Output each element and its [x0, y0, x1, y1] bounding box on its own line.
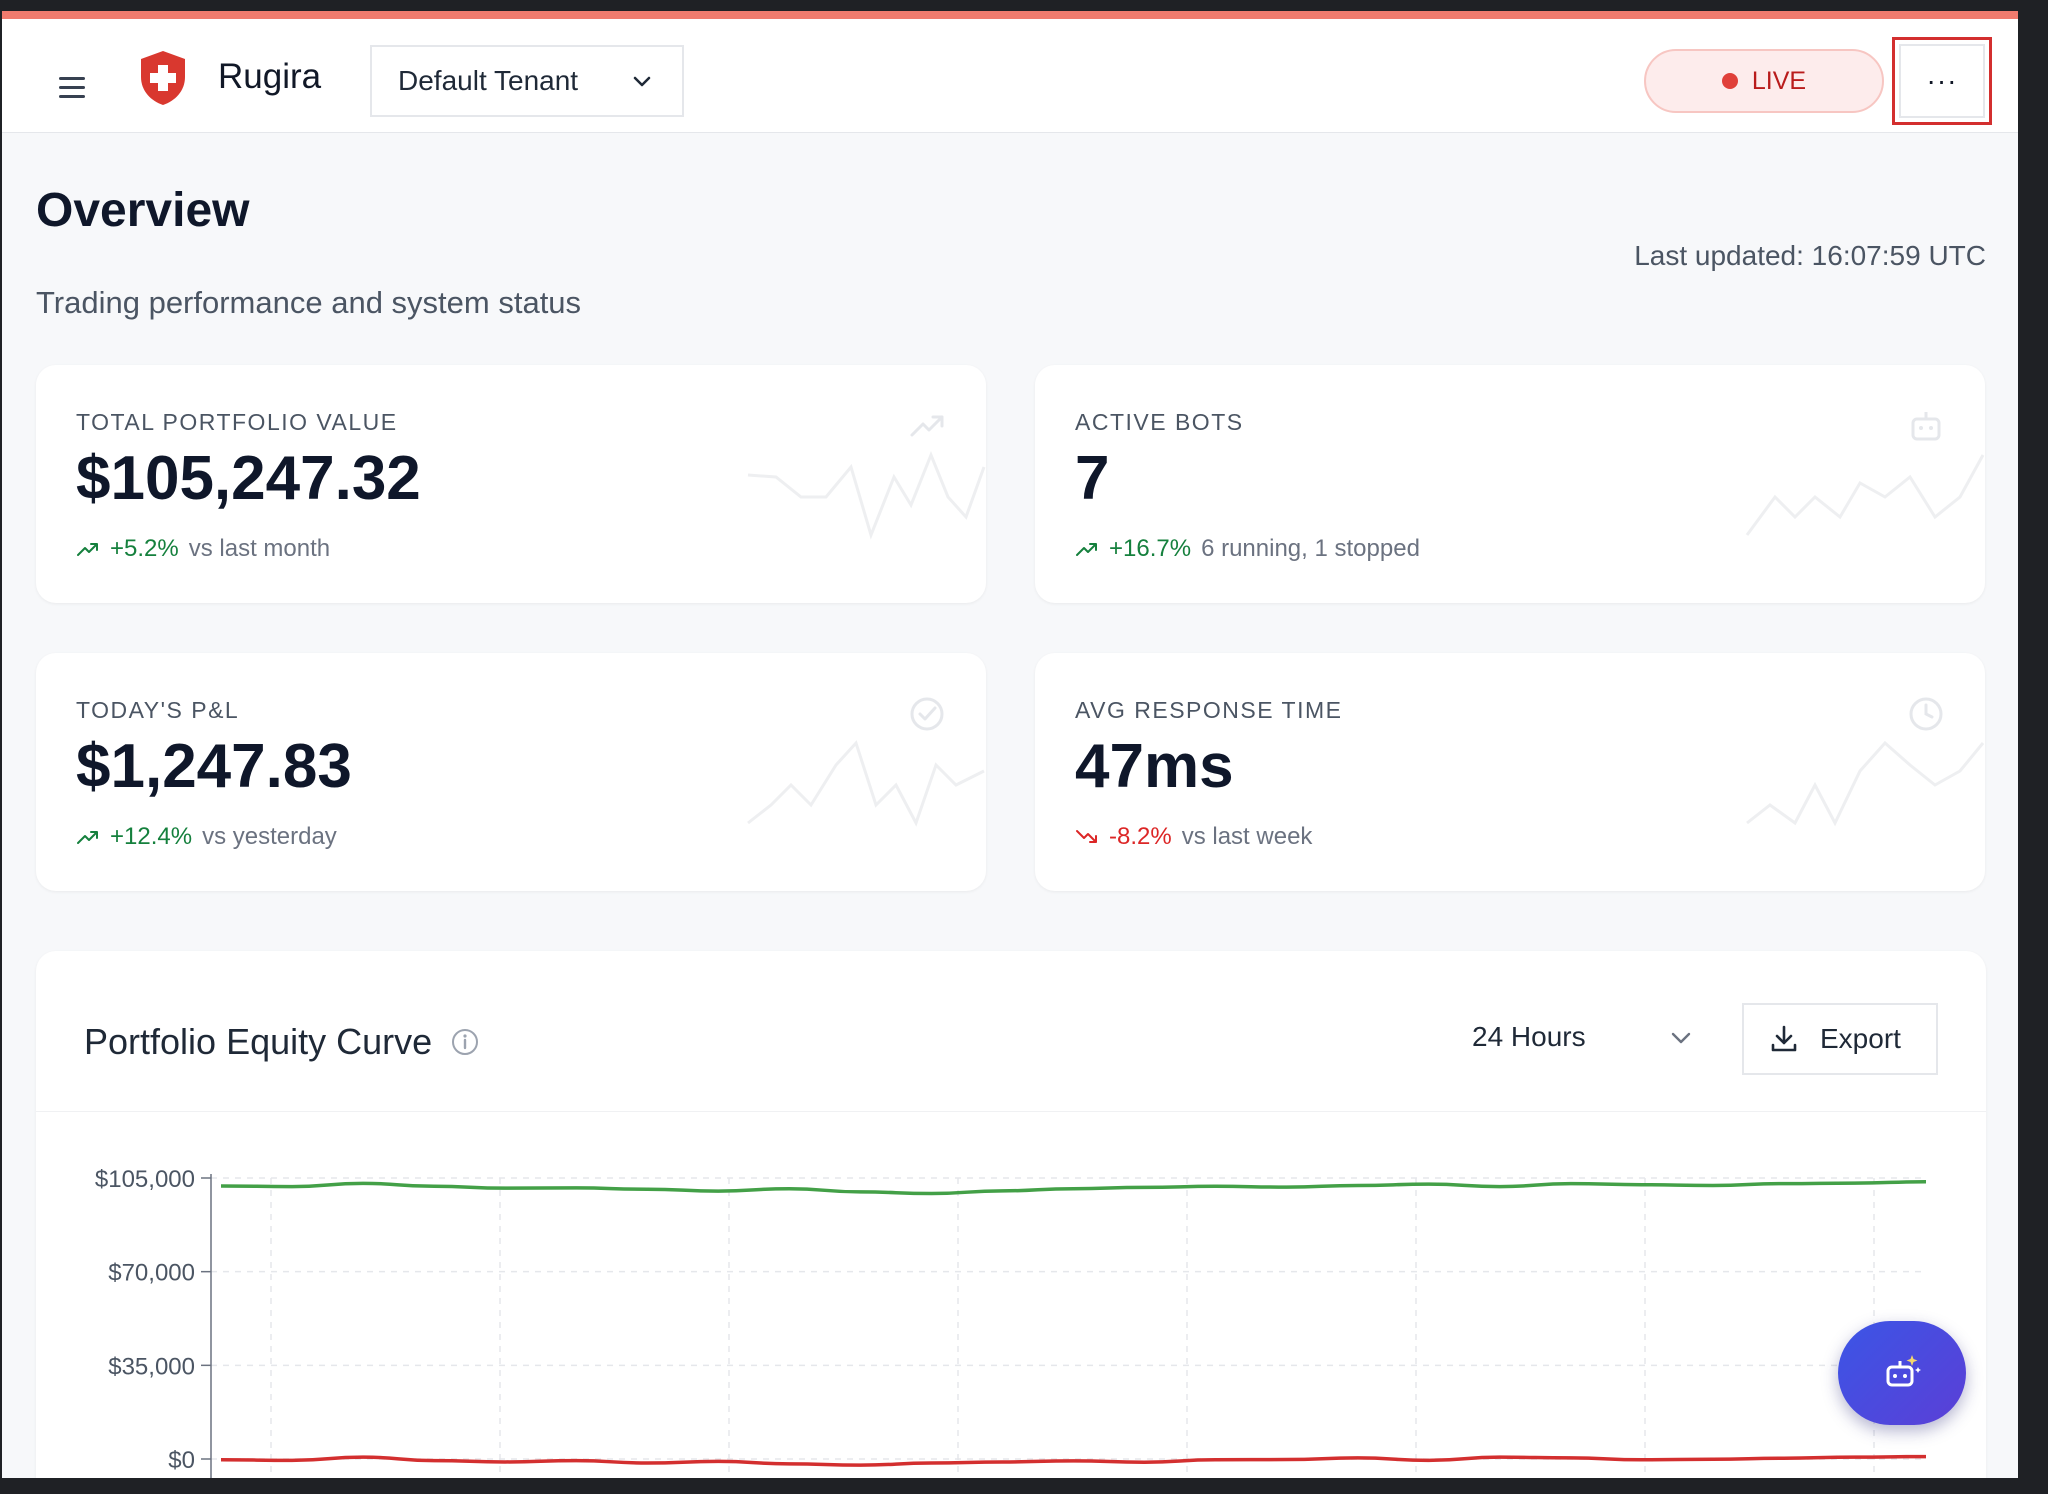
tenant-select[interactable]: Default Tenant — [370, 45, 684, 117]
tenant-select-label: Default Tenant — [398, 65, 579, 96]
stat-card-active-bots: ACTIVE BOTS 7 +16.7% 6 running, 1 stoppe… — [1035, 365, 1985, 603]
stat-card-trend: +5.2% vs last month — [76, 535, 330, 563]
live-dot-icon — [1721, 73, 1738, 89]
stat-card-portfolio-value: TOTAL PORTFOLIO VALUE $105,247.32 +5.2% … — [36, 365, 986, 603]
trend-percent: +16.7% — [1109, 535, 1192, 562]
equity-chart: $105,000 $70,000 $35,000 $0 — [95, 1166, 1927, 1478]
app-window: Rugira Default Tenant LIVE ··· Overview … — [2, 11, 2018, 1478]
sparkline — [1746, 740, 1985, 827]
trend-percent: -8.2% — [1109, 823, 1172, 850]
menu-icon[interactable] — [48, 63, 96, 111]
shield-logo-icon — [141, 51, 185, 105]
top-header: Rugira Default Tenant LIVE ··· — [2, 19, 2018, 133]
stat-card-value: $1,247.83 — [76, 732, 352, 801]
series-line-0 — [220, 1179, 1927, 1196]
stat-card-value: $105,247.32 — [76, 444, 421, 513]
y-tick-label: $70,000 — [108, 1260, 195, 1287]
chevron-down-icon — [633, 76, 651, 87]
stat-card-todays-pnl: TODAY'S P&L $1,247.83 +12.4% vs yesterda… — [36, 653, 986, 891]
live-status-button[interactable]: LIVE — [1644, 49, 1884, 113]
more-options-button[interactable]: ··· — [1892, 37, 1992, 125]
trend-description: vs last week — [1181, 823, 1313, 850]
stat-card-value: 7 — [1075, 444, 1110, 513]
ai-assistant-button[interactable] — [1838, 1321, 1966, 1425]
y-tick-label: $105,000 — [95, 1166, 195, 1193]
trend-down-icon — [1076, 830, 1097, 843]
trend-description: vs last month — [188, 535, 331, 562]
last-updated-text: Last updated: 16:07:59 UTC — [1634, 240, 1986, 271]
sparkline — [747, 450, 986, 540]
live-label: LIVE — [1751, 66, 1807, 95]
stat-card-label: ACTIVE BOTS — [1075, 409, 1244, 435]
brand-name: Rugira — [218, 57, 322, 96]
more-options-icon: ··· — [1899, 44, 1985, 118]
y-tick-label: $0 — [168, 1447, 195, 1474]
equity-curve-card: Portfolio Equity Curve 24 Hours Export $… — [36, 951, 1986, 1478]
series-line-1 — [220, 1454, 1927, 1467]
ai-bot-icon — [1886, 1355, 1921, 1387]
sparkline — [1745, 454, 1985, 536]
stat-card-trend: +12.4% vs yesterday — [76, 823, 337, 851]
trend-up-icon — [77, 831, 98, 844]
stat-card-avg-response-time: AVG RESPONSE TIME 47ms -8.2% vs last wee… — [1035, 653, 1985, 891]
stat-card-label: TODAY'S P&L — [76, 697, 240, 723]
stat-card-trend: +16.7% 6 running, 1 stopped — [1075, 535, 1420, 563]
page-title: Overview — [36, 184, 250, 237]
trend-description: 6 running, 1 stopped — [1201, 535, 1420, 562]
top-accent-bar — [2, 11, 2018, 19]
trend-percent: +5.2% — [110, 535, 179, 562]
trend-description: vs yesterday — [202, 823, 337, 850]
stat-card-label: TOTAL PORTFOLIO VALUE — [76, 409, 398, 435]
trend-up-icon — [77, 543, 98, 556]
y-tick-label: $35,000 — [108, 1353, 195, 1380]
stat-card-label: AVG RESPONSE TIME — [1075, 697, 1343, 723]
trend-percent: +12.4% — [110, 823, 193, 850]
stat-card-value: 47ms — [1075, 732, 1234, 801]
page-subtitle: Trading performance and system status — [36, 285, 582, 320]
sparkline — [747, 740, 985, 827]
trend-up-icon — [1076, 543, 1097, 556]
stat-card-trend: -8.2% vs last week — [1075, 823, 1312, 851]
